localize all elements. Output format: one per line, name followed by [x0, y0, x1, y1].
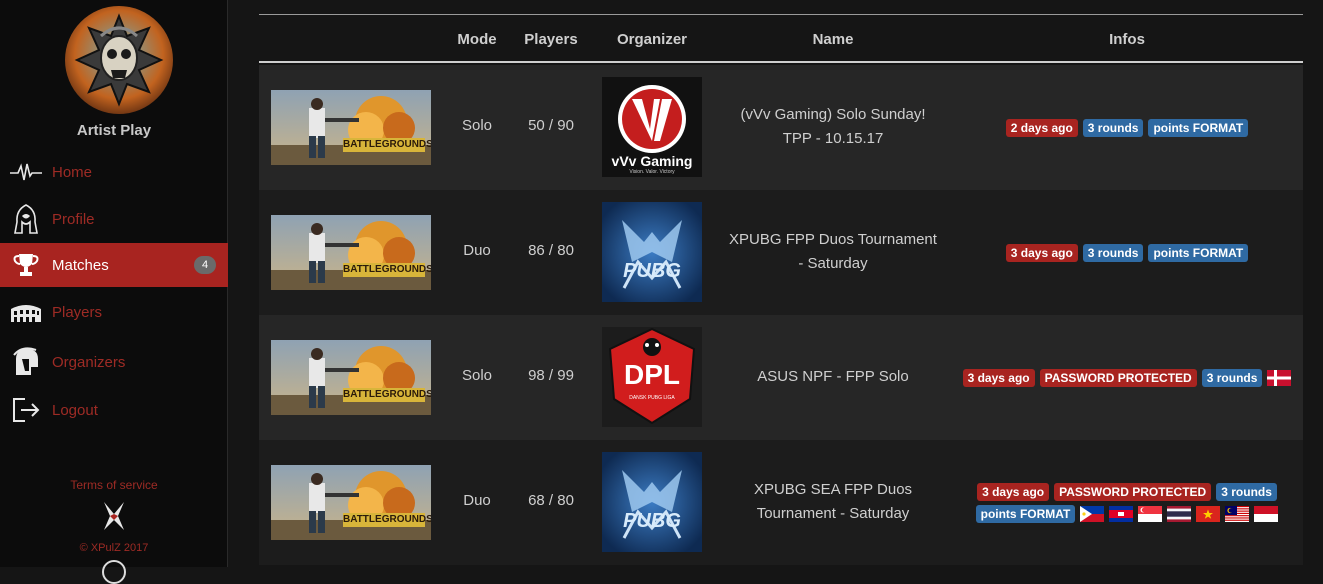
game-banner[interactable]: BATTLEGROUNDS: [271, 465, 431, 540]
match-name[interactable]: XPUBG FPP Duos Tournament - Saturday: [717, 228, 949, 276]
nav-matches-label: Matches: [52, 256, 109, 274]
philippines-flag-icon: [1080, 506, 1105, 522]
match-mode: Duo: [463, 492, 491, 509]
organizer-logo-text: DPL: [624, 359, 680, 390]
nav-logout-label: Logout: [52, 401, 98, 419]
info-tag: 3 days ago: [977, 483, 1050, 501]
col-organizer[interactable]: Organizer: [602, 31, 702, 48]
col-infos[interactable]: Infos: [1059, 31, 1195, 48]
info-tag: PASSWORD PROTECTED: [1039, 369, 1197, 387]
info-tag: points FORMAT: [1148, 119, 1249, 137]
singapore-flag-icon: [1138, 506, 1163, 522]
nav-organizers[interactable]: Organizers: [0, 340, 228, 384]
nav-players[interactable]: Players: [0, 290, 228, 334]
match-infos: 3 days ago PASSWORD PROTECTED 3 rounds: [959, 369, 1295, 387]
nav-profile-label: Profile: [52, 210, 95, 228]
col-mode[interactable]: Mode: [447, 31, 507, 48]
match-players: 98 / 99: [528, 367, 574, 384]
table-header: Mode Players Organizer Name Infos: [259, 15, 1303, 63]
trophy-icon: [10, 249, 42, 281]
col-name[interactable]: Name: [759, 31, 907, 48]
match-infos: 2 days ago 3 rounds points FORMAT: [959, 119, 1295, 137]
heartbeat-icon: [10, 156, 42, 188]
match-players: 68 / 80: [528, 492, 574, 509]
match-mode: Duo: [463, 242, 491, 259]
table-row[interactable]: BATTLEGROUNDS Solo 98 / 99 DPL DANSK PUB…: [259, 315, 1303, 440]
col-players[interactable]: Players: [516, 31, 586, 48]
game-banner[interactable]: BATTLEGROUNDS: [271, 340, 431, 415]
info-tag: 3 rounds: [1082, 119, 1144, 137]
info-tag: 3 rounds: [1216, 483, 1277, 501]
thailand-flag-icon: [1167, 506, 1192, 522]
match-name[interactable]: ASUS NPF - FPP Solo: [717, 365, 949, 389]
nav-organizers-label: Organizers: [52, 353, 126, 371]
info-tag: points FORMAT: [975, 505, 1076, 523]
table-row[interactable]: BATTLEGROUNDS Duo 86 / 80 PUBG XPUBG FPP…: [259, 190, 1303, 315]
match-name-line1: ASUS NPF - FPP Solo: [757, 368, 909, 385]
info-tag: 3 rounds: [1201, 369, 1263, 387]
info-tag: 3 rounds: [1082, 244, 1144, 262]
match-name-line2: TPP - 10.15.17: [782, 130, 884, 147]
organizer-tagline: DANSK PUBG LIGA: [629, 395, 675, 401]
game-banner[interactable]: BATTLEGROUNDS: [271, 90, 431, 165]
match-name[interactable]: (vVv Gaming) Solo Sunday! TPP - 10.15.17: [717, 103, 949, 151]
game-banner[interactable]: BATTLEGROUNDS: [271, 215, 431, 290]
nav-players-label: Players: [52, 303, 103, 321]
spartan-helmet-icon: [10, 346, 42, 378]
match-name-line2: Tournament - Saturday: [756, 505, 910, 522]
nav-logout[interactable]: Logout: [0, 388, 228, 432]
organizer-logo[interactable]: PUBG: [602, 452, 702, 552]
match-mode: Solo: [461, 117, 493, 134]
match-infos: 3 days ago PASSWORD PROTECTED 3 rounds poin…: [959, 483, 1295, 523]
hooded-figure-icon: [10, 203, 42, 235]
info-tag: 2 days ago: [1005, 119, 1078, 137]
game-banner-text: BATTLEGROUNDS: [343, 514, 431, 525]
info-tag: PASSWORD PROTECTED: [1054, 483, 1212, 501]
username: Artist Play: [76, 122, 152, 139]
game-banner-text: BATTLEGROUNDS: [343, 389, 431, 400]
nav-matches[interactable]: Matches 4: [0, 243, 228, 287]
cambodia-flag-icon: [1109, 506, 1134, 522]
nav-home[interactable]: Home: [0, 150, 228, 194]
match-players: 50 / 90: [528, 117, 574, 134]
nav-home-label: Home: [52, 163, 93, 181]
organizer-logo-text: PUBG: [623, 260, 681, 282]
vietnam-flag-icon: [1196, 506, 1221, 522]
table-row[interactable]: BATTLEGROUNDS Duo 68 / 80 PUBG XPUBG SEA…: [259, 440, 1303, 565]
info-tag: 3 days ago: [962, 369, 1035, 387]
matches-count-badge: 4: [194, 256, 216, 274]
sidebar: Artist Play Home Profile Matches 4 Playe…: [0, 0, 228, 584]
game-banner-text: BATTLEGROUNDS: [343, 139, 431, 150]
game-banner-text: BATTLEGROUNDS: [343, 264, 431, 275]
organizer-logo[interactable]: DPL DANSK PUBG LIGA: [602, 327, 702, 427]
user-avatar[interactable]: [65, 6, 173, 114]
match-players: 86 / 80: [528, 242, 574, 259]
match-name[interactable]: XPUBG SEA FPP Duos Tournament - Saturday: [717, 478, 949, 526]
organizer-logo[interactable]: vVv Gaming Vision. Valor. Victory: [602, 77, 702, 177]
terms-of-service-link[interactable]: Terms of service: [0, 478, 228, 492]
match-name-line1: (vVv Gaming) Solo Sunday!: [740, 106, 926, 123]
organizer-logo[interactable]: PUBG: [602, 202, 702, 302]
colosseum-icon: [10, 296, 42, 328]
indonesia-flag-icon: [1254, 506, 1279, 522]
match-name-line2: - Saturday: [798, 255, 868, 272]
nav-profile[interactable]: Profile: [0, 197, 228, 241]
xpulz-logo-icon: [102, 500, 126, 537]
match-infos: 3 days ago 3 rounds points FORMAT: [959, 244, 1295, 262]
circle-icon[interactable]: [102, 560, 126, 584]
table-row[interactable]: BATTLEGROUNDS Solo 50 / 90 vVv Gaming Vi…: [259, 65, 1303, 190]
malaysia-flag-icon: [1225, 506, 1250, 522]
organizer-logo-text: vVv Gaming: [611, 153, 693, 169]
info-tag: 3 days ago: [1005, 244, 1078, 262]
organizer-logo-text: PUBG: [623, 510, 681, 532]
copyright: © XPulZ 2017: [79, 542, 149, 554]
organizer-tagline: Vision. Valor. Victory: [629, 169, 675, 175]
match-name-line1: XPUBG SEA FPP Duos: [753, 481, 913, 498]
match-name-line1: XPUBG FPP Duos Tournament: [729, 231, 937, 248]
logout-icon: [10, 394, 42, 426]
info-tag: points FORMAT: [1148, 244, 1249, 262]
match-mode: Solo: [461, 367, 493, 384]
denmark-flag-icon: [1267, 370, 1292, 386]
